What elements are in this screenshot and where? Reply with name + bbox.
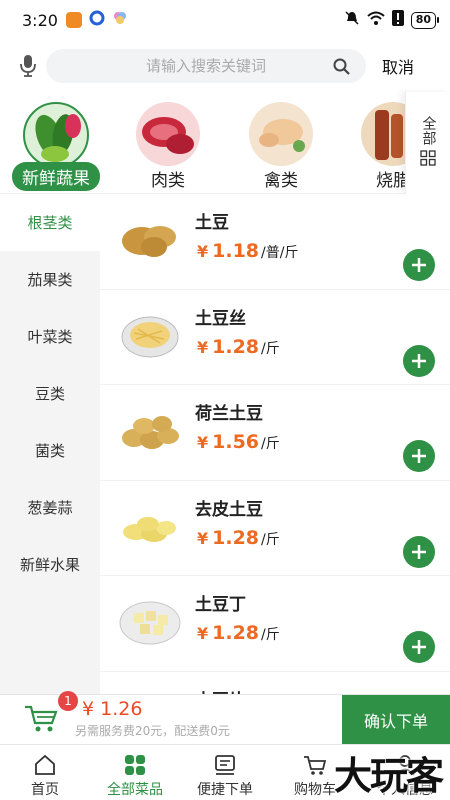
all-categories-button[interactable]: 全部 bbox=[405, 92, 450, 194]
status-bar: 3:20 80 bbox=[0, 0, 450, 40]
product-item[interactable]: 去皮土豆 ¥1.28/斤 bbox=[100, 481, 450, 576]
meat-image bbox=[136, 102, 200, 166]
search-icon[interactable] bbox=[333, 58, 350, 79]
home-icon bbox=[35, 754, 55, 775]
product-unit: /普/斤 bbox=[261, 245, 299, 261]
category-label: 肉类 bbox=[151, 171, 185, 191]
category-label: 禽类 bbox=[264, 171, 298, 191]
confirm-order-button[interactable]: 确认下单 bbox=[342, 695, 450, 745]
plus-icon bbox=[412, 258, 426, 272]
plus-icon bbox=[412, 640, 426, 654]
product-price: ¥1.18/普/斤 bbox=[197, 240, 299, 262]
search-box[interactable] bbox=[46, 49, 366, 83]
battery-indicator: 80 bbox=[410, 11, 440, 29]
tab-label: 全部菜品 bbox=[107, 782, 163, 798]
sidebar-item-root-vegetables[interactable]: 根茎类 bbox=[0, 194, 100, 251]
notification-flower-icon bbox=[112, 10, 128, 30]
mute-icon bbox=[344, 10, 360, 30]
plus-icon bbox=[412, 544, 426, 559]
cart-count-badge: 1 bbox=[58, 691, 78, 711]
product-name: 荷兰土豆 bbox=[195, 404, 263, 424]
product-item[interactable]: 荷兰土豆 ¥1.56/斤 bbox=[100, 385, 450, 481]
product-unit: /斤 bbox=[261, 627, 280, 643]
product-price: ¥1.28/斤 bbox=[197, 526, 280, 549]
product-item[interactable]: 土豆 ¥1.18/普/斤 bbox=[100, 194, 450, 290]
add-to-cart-button[interactable] bbox=[403, 440, 435, 472]
tab-label: 购物车 bbox=[294, 782, 336, 798]
microphone-icon[interactable] bbox=[17, 54, 39, 78]
category-poultry[interactable]: 禽类 bbox=[236, 102, 326, 191]
sidebar-item-mushrooms[interactable]: 菌类 bbox=[0, 422, 100, 479]
alert-icon bbox=[391, 10, 404, 30]
potato-image bbox=[118, 211, 182, 267]
product-name: 土豆片 bbox=[195, 686, 246, 695]
cart-icon[interactable] bbox=[24, 703, 58, 737]
diced-potato-image bbox=[118, 593, 182, 649]
product-item[interactable]: 土豆丁 ¥1.28/斤 bbox=[100, 576, 450, 672]
product-unit: /斤 bbox=[261, 531, 280, 548]
vegetables-image bbox=[23, 102, 89, 168]
category-row: 新鲜蔬果 肉类 禽类 烧腊 全部 bbox=[0, 92, 450, 194]
product-item[interactable]: 土豆片 bbox=[100, 672, 450, 695]
add-to-cart-button[interactable] bbox=[403, 535, 435, 568]
tab-all-dishes[interactable]: 全部菜品 bbox=[90, 745, 180, 800]
poultry-image bbox=[249, 102, 313, 166]
product-name: 土豆丁 bbox=[195, 595, 246, 615]
watermark: 大玩客 bbox=[333, 753, 444, 798]
notification-app-icon bbox=[65, 12, 82, 28]
dutch-potato-image bbox=[118, 402, 182, 458]
add-to-cart-button[interactable] bbox=[403, 344, 435, 377]
grid-icon bbox=[125, 755, 145, 775]
cart-icon bbox=[304, 756, 327, 775]
plus-icon bbox=[412, 449, 426, 463]
subcategory-sidebar: 根茎类 茄果类 叶菜类 豆类 菌类 葱姜蒜 新鲜水果 bbox=[0, 194, 100, 694]
plus-icon bbox=[412, 353, 426, 368]
sidebar-item-fruit-vegetables[interactable]: 茄果类 bbox=[0, 251, 100, 308]
product-price: ¥1.28/斤 bbox=[197, 335, 280, 358]
status-time: 3:20 bbox=[22, 10, 58, 30]
category-fresh-produce[interactable]: 新鲜蔬果 bbox=[11, 102, 101, 191]
product-name: 土豆丝 bbox=[195, 308, 246, 329]
fee-note: 另需服务费20元，配送费0元 bbox=[75, 724, 230, 738]
cart-total: ¥ 1.26 bbox=[82, 698, 143, 720]
grid-icon bbox=[420, 150, 436, 170]
tab-quick-order[interactable]: 便捷下单 bbox=[180, 745, 270, 800]
category-label: 新鲜蔬果 bbox=[12, 162, 100, 191]
product-price: ¥1.28/斤 bbox=[197, 622, 280, 644]
product-name: 去皮土豆 bbox=[195, 499, 263, 520]
add-to-cart-button[interactable] bbox=[403, 249, 435, 281]
tab-home[interactable]: 首页 bbox=[0, 745, 90, 800]
tab-label: 首页 bbox=[31, 782, 59, 798]
sidebar-item-scallion-ginger-garlic[interactable]: 葱姜蒜 bbox=[0, 479, 100, 536]
notification-circle-icon bbox=[89, 10, 105, 30]
add-to-cart-button[interactable] bbox=[403, 631, 435, 663]
product-unit: /斤 bbox=[261, 436, 280, 452]
product-item[interactable]: 土豆丝 ¥1.28/斤 bbox=[100, 290, 450, 385]
wifi-icon bbox=[367, 11, 385, 29]
peeled-potato-image bbox=[118, 498, 182, 554]
cancel-button[interactable]: 取消 bbox=[382, 54, 414, 78]
product-unit: /斤 bbox=[261, 340, 280, 357]
product-price: ¥1.56/斤 bbox=[197, 431, 280, 453]
tab-label: 便捷下单 bbox=[197, 782, 253, 798]
all-categories-label: 全部 bbox=[420, 116, 437, 146]
category-meat[interactable]: 肉类 bbox=[123, 102, 213, 191]
product-list: 土豆 ¥1.18/普/斤 土豆丝 ¥1.28/斤 荷兰土豆 ¥1.56/斤 去皮… bbox=[100, 194, 450, 694]
shredded-potato-image bbox=[118, 307, 182, 363]
sidebar-item-leafy-greens[interactable]: 叶菜类 bbox=[0, 308, 100, 365]
list-icon bbox=[215, 755, 235, 775]
sidebar-item-fresh-fruit[interactable]: 新鲜水果 bbox=[0, 536, 100, 593]
product-name: 土豆 bbox=[195, 213, 229, 233]
sidebar-item-beans[interactable]: 豆类 bbox=[0, 365, 100, 422]
search-bar: 取消 bbox=[0, 45, 450, 87]
search-input[interactable] bbox=[81, 57, 331, 75]
cart-bar: 1 ¥ 1.26 另需服务费20元，配送费0元 确认下单 bbox=[0, 691, 450, 745]
